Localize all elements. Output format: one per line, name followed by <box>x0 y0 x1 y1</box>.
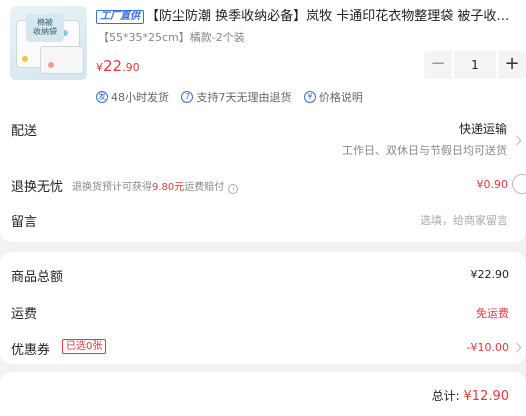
return-worry-price: ¥0.90 <box>476 178 509 191</box>
price-decimal: .90 <box>122 61 140 74</box>
return-worry-radio[interactable] <box>512 174 526 194</box>
thumb-dot <box>48 62 54 68</box>
product-thumbnail[interactable]: 棉被 收纳袋 <box>10 6 87 80</box>
return-desc-prefix: 退换货预计可获得 <box>72 182 152 193</box>
return-7day-icon: 7 <box>181 91 194 103</box>
thumb-dot <box>22 56 28 62</box>
decrease-quantity-button[interactable]: − <box>424 51 452 79</box>
shipping-fee-label: 运费 <box>11 307 38 322</box>
return-worry-desc: 退换货预计可获得9.80元运费赔付 i <box>72 178 239 194</box>
price-guarantee-icon: ¥ <box>303 91 316 103</box>
return-desc-suffix: 运费赔付 <box>184 182 225 193</box>
message-input[interactable]: 选填，给商家留言 <box>420 212 508 228</box>
service-label: 48小时发货 <box>111 91 169 104</box>
coupon-value[interactable]: -¥10.00 <box>467 341 509 354</box>
quantity-stepper: − 1 + <box>424 51 526 79</box>
product-price: ¥22.90 <box>96 56 140 75</box>
price-currency: ¥ <box>96 61 103 74</box>
delivery-note: 工作日、双休日与节假日均可送货 <box>342 144 507 157</box>
service-guarantees: 发 48小时发货 7 支持7天无理由退货 ¥ 价格说明 <box>96 86 371 105</box>
coupon-label: 优惠券 <box>11 343 51 358</box>
goods-total-label: 商品总额 <box>11 270 64 285</box>
total-label: 总计: <box>431 389 460 403</box>
info-icon[interactable]: i <box>228 184 239 194</box>
factory-direct-badge: 工厂直供 <box>96 10 144 24</box>
service-label: 支持7天无理由退货 <box>196 91 292 104</box>
ship-48h-icon: 发 <box>96 91 108 103</box>
coupon-selected-tag: 已选0张 <box>62 339 107 354</box>
chevron-right-icon[interactable] <box>511 135 522 146</box>
delivery-label: 配送 <box>11 124 38 139</box>
total-value: ¥12.90 <box>463 389 510 404</box>
order-item-card: 棉被 收纳袋 工厂直供 【防尘防潮 换季收纳必备】岚牧 卡通印花衣物整理袋 被子… <box>0 0 526 242</box>
service-label: 价格说明 <box>318 91 363 104</box>
service-item[interactable]: 发 48小时发货 <box>96 89 169 105</box>
price-integer: 22 <box>103 57 123 75</box>
goods-total-value: ¥22.90 <box>470 268 510 281</box>
service-item[interactable]: ¥ 价格说明 <box>303 89 363 105</box>
product-spec: 【55*35*25cm】橘款-2个装 <box>98 31 245 44</box>
return-worry-label: 退换无忧 <box>11 180 64 195</box>
shipping-fee-value: 免运费 <box>476 307 509 320</box>
thumb-box2-shape <box>40 46 84 74</box>
thumb-label: 棉被 收纳袋 <box>26 14 64 42</box>
service-item[interactable]: 7 支持7天无理由退货 <box>181 89 291 105</box>
return-desc-amount: 9.80元 <box>152 182 185 193</box>
delivery-type[interactable]: 快递运输 <box>459 120 507 137</box>
message-label: 留言 <box>11 215 38 230</box>
quantity-value[interactable]: 1 <box>454 51 496 79</box>
order-total: 总计: ¥12.90 <box>432 387 509 404</box>
increase-quantity-button[interactable]: + <box>498 51 526 79</box>
product-title[interactable]: 【防尘防潮 换季收纳必备】岚牧 卡通印花衣物整理袋 被子收纳袋 <box>146 8 522 26</box>
